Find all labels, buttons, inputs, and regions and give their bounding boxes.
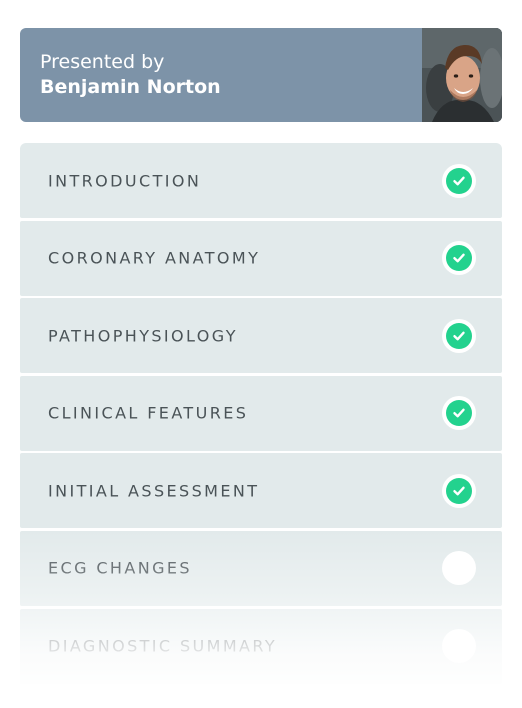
empty-circle-icon [442, 629, 476, 664]
lesson-item-pathophysiology[interactable]: PATHOPHYSIOLOGY [20, 298, 502, 374]
lesson-item-ecg-changes[interactable]: ECG CHANGES [20, 530, 502, 606]
lesson-label: INITIAL ASSESSMENT [48, 481, 260, 501]
lesson-item-introduction[interactable]: INTRODUCTION [20, 143, 502, 218]
lesson-list: INTRODUCTION CORONARY ANATOMY PATHOPHYSI… [20, 143, 502, 686]
lesson-item-clinical-features[interactable]: CLINICAL FEATURES [20, 375, 502, 451]
lesson-label: ECG CHANGES [48, 558, 192, 578]
lesson-label: CORONARY ANATOMY [48, 248, 261, 268]
presenter-card[interactable]: Presented by Benjamin Norton [20, 28, 502, 122]
check-circle-icon [446, 400, 472, 427]
lesson-label: INTRODUCTION [48, 171, 202, 190]
status-complete [442, 396, 476, 431]
empty-circle-icon [442, 551, 476, 586]
status-complete [442, 318, 476, 353]
presenter-name: Benjamin Norton [40, 76, 221, 98]
lesson-label: PATHOPHYSIOLOGY [48, 326, 238, 346]
check-circle-icon [446, 477, 472, 504]
presenter-photo-icon [422, 28, 502, 122]
status-complete [442, 241, 476, 276]
presenter-sub-label: Presented by [40, 51, 165, 73]
avatar [422, 28, 502, 122]
lesson-label: DIAGNOSTIC SUMMARY [48, 636, 278, 656]
lesson-item-coronary-anatomy[interactable]: CORONARY ANATOMY [20, 220, 502, 296]
lesson-item-diagnostic-summary[interactable]: DIAGNOSTIC SUMMARY [20, 608, 502, 684]
check-circle-icon [446, 167, 472, 194]
lesson-item-initial-assessment[interactable]: INITIAL ASSESSMENT [20, 453, 502, 529]
check-circle-icon [446, 322, 472, 349]
check-circle-icon [446, 245, 472, 272]
presenter-info: Presented by Benjamin Norton [40, 50, 221, 100]
status-complete [442, 163, 476, 198]
status-complete [442, 473, 476, 508]
lesson-label: CLINICAL FEATURES [48, 403, 249, 423]
